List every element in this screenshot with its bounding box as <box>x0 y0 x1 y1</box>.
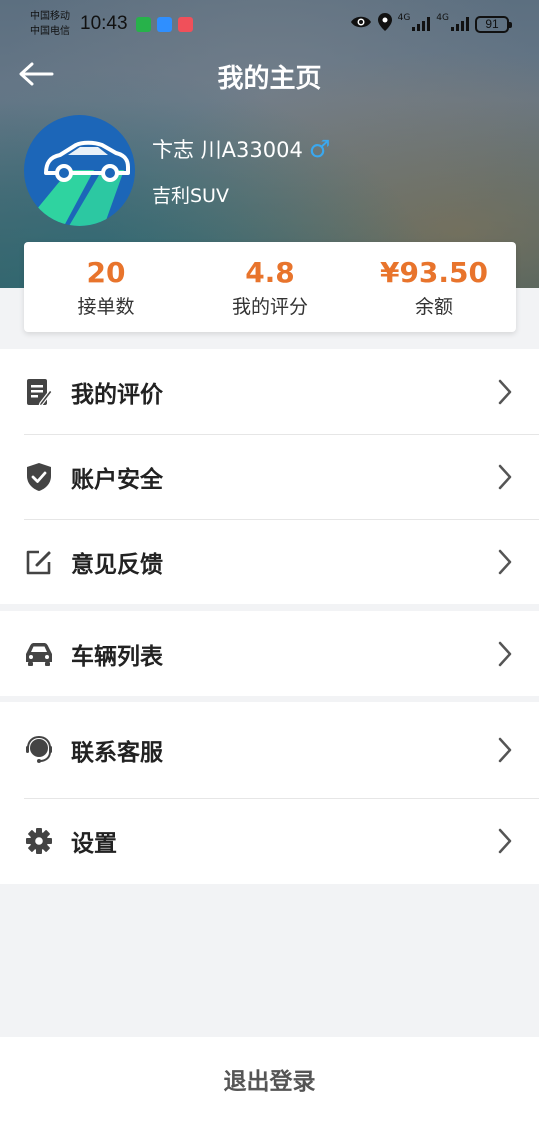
signal-icon <box>451 17 469 31</box>
menu-group-1: 我的评价 账户安全 意见反馈 <box>0 349 539 604</box>
stat-label: 余额 <box>414 296 453 318</box>
menu-label: 车辆列表 <box>71 643 163 670</box>
menu-item-customer-service[interactable]: 联系客服 <box>0 702 539 798</box>
nav-bar: 我的主页 <box>0 50 539 98</box>
edit-icon <box>24 547 54 577</box>
message-notification-icon <box>157 17 172 32</box>
logout-label: 退出登录 <box>223 1069 316 1095</box>
stat-label: 我的评分 <box>231 296 308 318</box>
network-label-1: 4G <box>397 12 411 23</box>
stat-value: ¥93.50 <box>379 256 489 289</box>
status-time: 10:43 <box>80 13 128 34</box>
chevron-right-icon <box>498 549 512 574</box>
car-logo-icon <box>32 140 130 226</box>
stat-value: 4.8 <box>245 256 295 289</box>
menu-label: 账户安全 <box>71 466 163 493</box>
driver-name-text: 卞志 川A33004 <box>152 138 303 162</box>
review-list-icon <box>24 377 54 407</box>
location-icon <box>377 13 392 35</box>
menu-item-settings[interactable]: 设置 <box>0 798 539 884</box>
notification-icons <box>136 17 193 32</box>
menu-item-feedback[interactable]: 意见反馈 <box>0 519 539 604</box>
male-icon: ♂ <box>308 135 331 163</box>
logout-button[interactable]: 退出登录 <box>0 1037 539 1121</box>
shield-check-icon <box>24 462 54 492</box>
menu-group-3: 联系客服 设置 <box>0 702 539 884</box>
menu-item-vehicle-list[interactable]: 车辆列表 <box>0 611 539 696</box>
chevron-right-icon <box>498 641 512 666</box>
driver-name: 卞志 川A33004 ♂ <box>152 134 330 164</box>
app-notification-icon <box>136 17 151 32</box>
chevron-right-icon <box>498 379 512 404</box>
carrier-2: 中国电信 <box>30 26 70 37</box>
menu-label: 我的评价 <box>71 381 163 408</box>
stat-balance[interactable]: ¥93.50 余额 <box>352 242 516 332</box>
menu-item-account-security[interactable]: 账户安全 <box>0 434 539 519</box>
avatar[interactable] <box>24 115 135 226</box>
menu-item-my-reviews[interactable]: 我的评价 <box>0 349 539 434</box>
status-right: 4G 4G 91 <box>350 12 512 35</box>
chevron-right-icon <box>498 464 512 489</box>
menu-label: 设置 <box>71 831 117 857</box>
menu-group-2: 车辆列表 <box>0 611 539 696</box>
stat-value: 20 <box>86 256 126 289</box>
stat-rating[interactable]: 4.8 我的评分 <box>188 242 352 332</box>
battery-icon: 91 <box>475 15 512 33</box>
menu-label: 联系客服 <box>71 740 163 766</box>
status-bar: 中国移动 中国电信 10:43 4G 4G 91 <box>0 0 539 50</box>
car-icon <box>24 639 54 669</box>
page-title: 我的主页 <box>217 64 322 94</box>
shop-notification-icon <box>178 17 193 32</box>
chevron-right-icon <box>498 737 512 763</box>
signal-icon <box>412 17 431 31</box>
headset-icon <box>24 735 54 765</box>
chevron-right-icon <box>498 828 512 854</box>
stats-card: 20 接单数 4.8 我的评分 ¥93.50 余额 <box>24 242 516 332</box>
gear-icon <box>24 826 54 856</box>
menu-label: 意见反馈 <box>71 551 163 578</box>
eye-icon <box>350 14 372 34</box>
carrier-1: 中国移动 <box>30 11 70 22</box>
network-label-2: 4G <box>436 12 449 23</box>
car-model: 吉利SUV <box>152 185 229 207</box>
carrier-info: 中国移动 中国电信 <box>30 9 70 39</box>
stat-orders[interactable]: 20 接单数 <box>24 242 188 332</box>
stat-label: 接单数 <box>77 296 135 318</box>
